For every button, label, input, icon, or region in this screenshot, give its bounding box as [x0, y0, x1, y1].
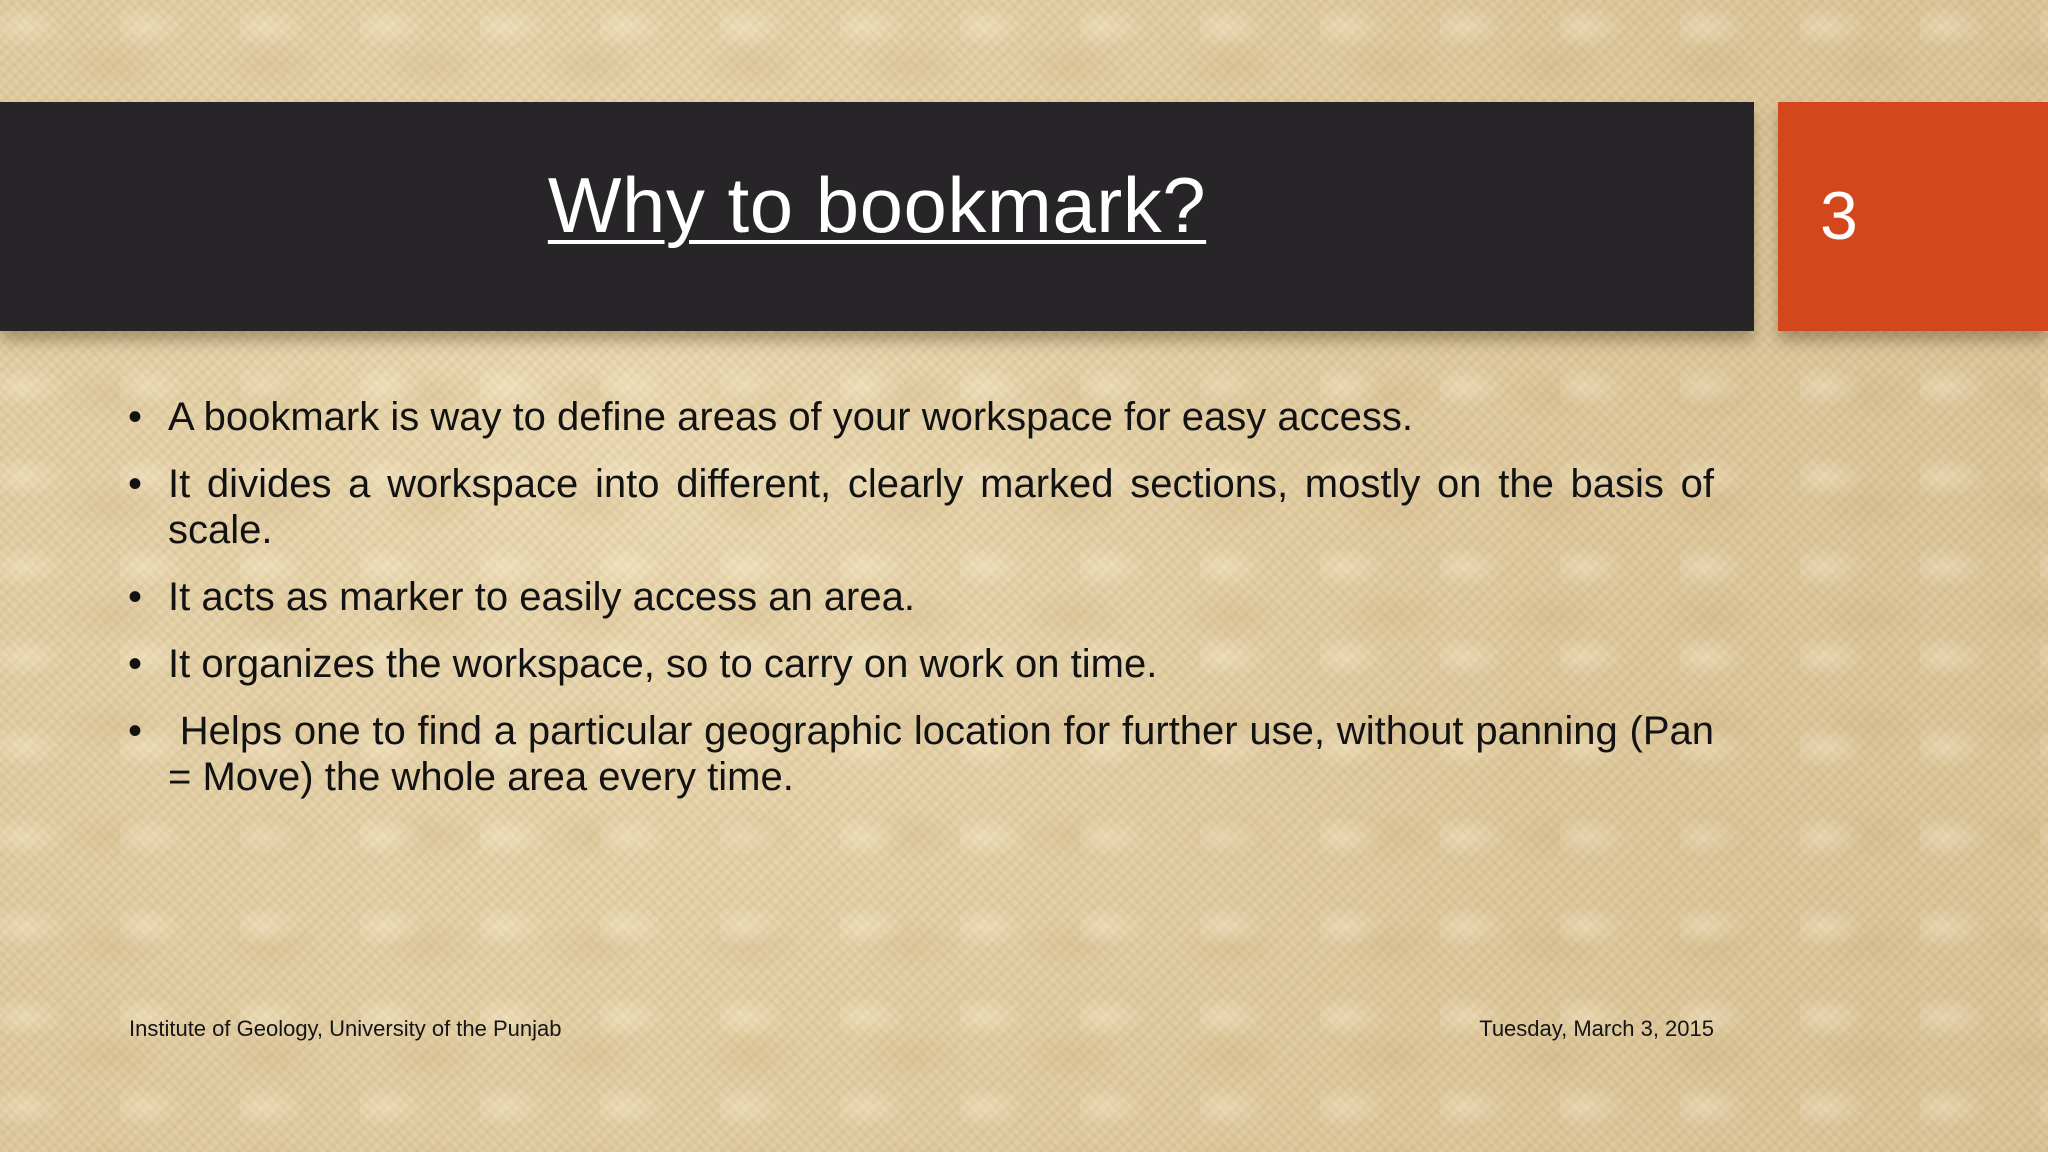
slide-number-box: 3 [1778, 102, 2048, 331]
footer-institution: Institute of Geology, University of the … [129, 1016, 562, 1041]
footer-date: Tuesday, March 3, 2015 [1479, 1016, 1714, 1041]
bullet-text: A bookmark is way to define areas of you… [168, 395, 1414, 439]
bullet-dot-icon: • [128, 462, 143, 506]
bullet-dot-icon: • [128, 395, 143, 439]
slide: Why to bookmark? 3 • A bookmark is way t… [0, 0, 2048, 1152]
bullet-text: Helps one to find a particular geographi… [168, 709, 1726, 799]
bullet-text: It divides a workspace into different, c… [168, 462, 1714, 552]
slide-title: Why to bookmark? [547, 161, 1207, 249]
bullet-dot-icon: • [128, 709, 143, 753]
bullet-item: • It acts as marker to easily access an … [128, 574, 1714, 620]
bullet-item: • Helps one to find a particular geograp… [128, 708, 1714, 800]
bullet-dot-icon: • [128, 575, 143, 619]
bullet-dot-icon: • [128, 642, 143, 686]
bullet-item: • It divides a workspace into different,… [128, 461, 1714, 553]
bullet-text: It acts as marker to easily access an ar… [168, 575, 915, 619]
slide-number: 3 [1820, 178, 1858, 254]
bullet-list: • A bookmark is way to define areas of y… [128, 394, 1714, 821]
bullet-item: • A bookmark is way to define areas of y… [128, 394, 1714, 440]
bullet-item: • It organizes the workspace, so to carr… [128, 641, 1714, 687]
bullet-text: It organizes the workspace, so to carry … [168, 642, 1158, 686]
title-bar: Why to bookmark? [0, 102, 1754, 331]
